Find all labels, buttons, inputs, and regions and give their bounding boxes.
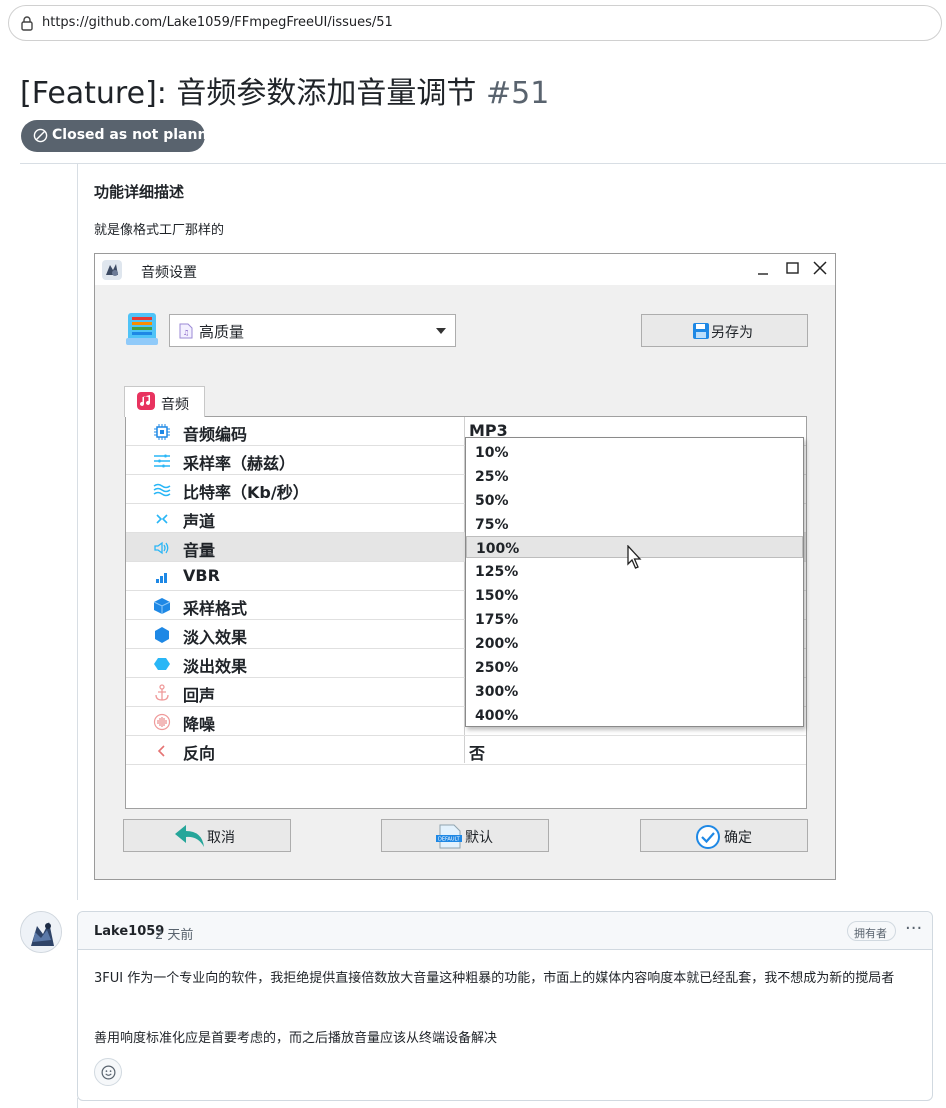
owner-badge: 拥有者 <box>847 921 896 941</box>
lock-icon <box>21 16 33 31</box>
row-label: 降噪 <box>183 715 216 734</box>
comment-time[interactable]: 2 天前 <box>155 924 193 943</box>
mouse-cursor-icon <box>627 545 642 569</box>
check-circle-icon <box>696 825 720 849</box>
dialog-titlebar: 音频设置 <box>95 254 835 285</box>
reverse-icon <box>157 745 165 757</box>
description-heading: 功能详细描述 <box>94 183 185 201</box>
row-label: 比特率（Kb/秒） <box>183 483 309 502</box>
volume-option[interactable]: 50% <box>466 489 803 511</box>
comment-author[interactable]: Lake1059 <box>94 924 164 939</box>
cube-icon <box>153 598 171 614</box>
close-icon[interactable] <box>809 259 831 279</box>
comment-paragraph: 善用响度标准化应是首要考虑的，而之后播放音量应该从终端设备解决 <box>94 1031 498 1046</box>
speaker-icon <box>154 541 169 555</box>
issue-title: [Feature]: 音频参数添加音量调节 #51 <box>20 68 549 112</box>
timeline-line <box>77 164 78 900</box>
row-label: 淡入效果 <box>183 628 248 647</box>
tab-audio[interactable]: 音频 <box>124 386 205 417</box>
save-as-label: 另存为 <box>711 325 753 341</box>
more-options-icon[interactable]: ··· <box>905 918 922 939</box>
row-label: 回声 <box>183 686 216 705</box>
ok-button[interactable]: 确定 <box>640 819 808 852</box>
anchor-icon <box>155 684 169 701</box>
default-label: 默认 <box>465 830 493 846</box>
volume-option[interactable]: 200% <box>466 632 803 654</box>
issue-number: #51 <box>485 76 550 111</box>
status-text: Closed as not planned <box>52 127 227 143</box>
hexagon-small-icon <box>154 658 170 670</box>
chip-icon <box>154 424 170 440</box>
wave-icon <box>153 483 171 497</box>
volume-dropdown: 10% 25% 50% 75% 100% 125% 150% 175% 200%… <box>465 437 804 727</box>
vbr-icon <box>156 573 167 583</box>
save-icon <box>693 323 709 339</box>
row-label: 音量 <box>183 541 216 560</box>
timeline-line-bottom <box>77 1098 78 1108</box>
ok-label: 确定 <box>724 830 752 846</box>
app-icon <box>102 260 122 280</box>
volume-option[interactable]: 150% <box>466 584 803 606</box>
address-bar[interactable]: https://github.com/Lake1059/FFmpegFreeUI… <box>8 5 942 41</box>
volume-option[interactable]: 300% <box>466 680 803 702</box>
table-row[interactable]: 反向 否 <box>126 736 806 765</box>
volume-option[interactable]: 25% <box>466 465 803 487</box>
default-button[interactable]: DEFAULT 默认 <box>381 819 549 852</box>
smiley-icon <box>101 1065 116 1080</box>
preset-select[interactable]: ♫ 高质量 <box>169 314 456 347</box>
hexagon-icon <box>155 627 169 643</box>
minimize-icon[interactable] <box>752 259 774 279</box>
row-label: 淡出效果 <box>183 657 248 676</box>
header-divider <box>20 163 946 164</box>
row-label: VBR <box>183 566 220 585</box>
comment-card: Lake1059 2 天前 拥有者 ··· 3FUI 作为一个专业向的软件，我拒… <box>77 911 933 1101</box>
avatar-image-icon <box>21 912 61 952</box>
default-file-icon: DEFAULT <box>436 824 462 849</box>
row-label: 反向 <box>183 744 216 763</box>
cancel-button[interactable]: 取消 <box>123 819 291 852</box>
chevron-down-icon <box>436 328 446 334</box>
maximize-icon[interactable] <box>781 259 803 279</box>
cancel-label: 取消 <box>207 830 235 846</box>
music-note-icon <box>137 392 155 410</box>
row-label: 音频编码 <box>183 425 248 444</box>
status-badge: Closed as not planned <box>21 120 227 152</box>
row-label: 采样格式 <box>183 599 248 618</box>
issue-title-text: [Feature]: 音频参数添加音量调节 <box>20 76 477 111</box>
volume-option[interactable]: 10% <box>466 441 803 463</box>
volume-option[interactable]: 250% <box>466 656 803 678</box>
preset-list-icon <box>126 313 158 345</box>
sample-rate-icon <box>154 454 170 468</box>
volume-option[interactable]: 175% <box>466 608 803 630</box>
tab-audio-label: 音频 <box>161 397 189 413</box>
comment-header: Lake1059 2 天前 拥有者 ··· <box>78 912 932 950</box>
volume-option[interactable]: 400% <box>466 704 803 726</box>
dialog-title: 音频设置 <box>141 265 197 281</box>
row-value: 否 <box>469 744 486 763</box>
url-text: https://github.com/Lake1059/FFmpegFreeUI… <box>42 15 393 30</box>
save-as-button[interactable]: 另存为 <box>641 314 808 347</box>
description-text: 就是像格式工厂那样的 <box>94 223 225 238</box>
preset-value: 高质量 <box>199 323 245 341</box>
row-label: 声道 <box>183 512 216 531</box>
row-label: 采样率（赫兹） <box>183 454 296 473</box>
audio-file-icon: ♫ <box>179 323 193 339</box>
svg-text:DEFAULT: DEFAULT <box>438 837 461 843</box>
comment-paragraph: 3FUI 作为一个专业向的软件，我拒绝提供直接倍数放大音量这种粗暴的功能，市面上… <box>94 971 895 986</box>
noise-icon <box>153 713 171 731</box>
channel-icon <box>156 514 168 524</box>
closed-not-planned-icon <box>33 128 48 143</box>
volume-option[interactable]: 75% <box>466 513 803 535</box>
undo-arrow-icon <box>175 825 204 847</box>
add-reaction-button[interactable] <box>94 1058 122 1086</box>
svg-text:♫: ♫ <box>183 329 189 337</box>
avatar[interactable] <box>20 911 62 953</box>
